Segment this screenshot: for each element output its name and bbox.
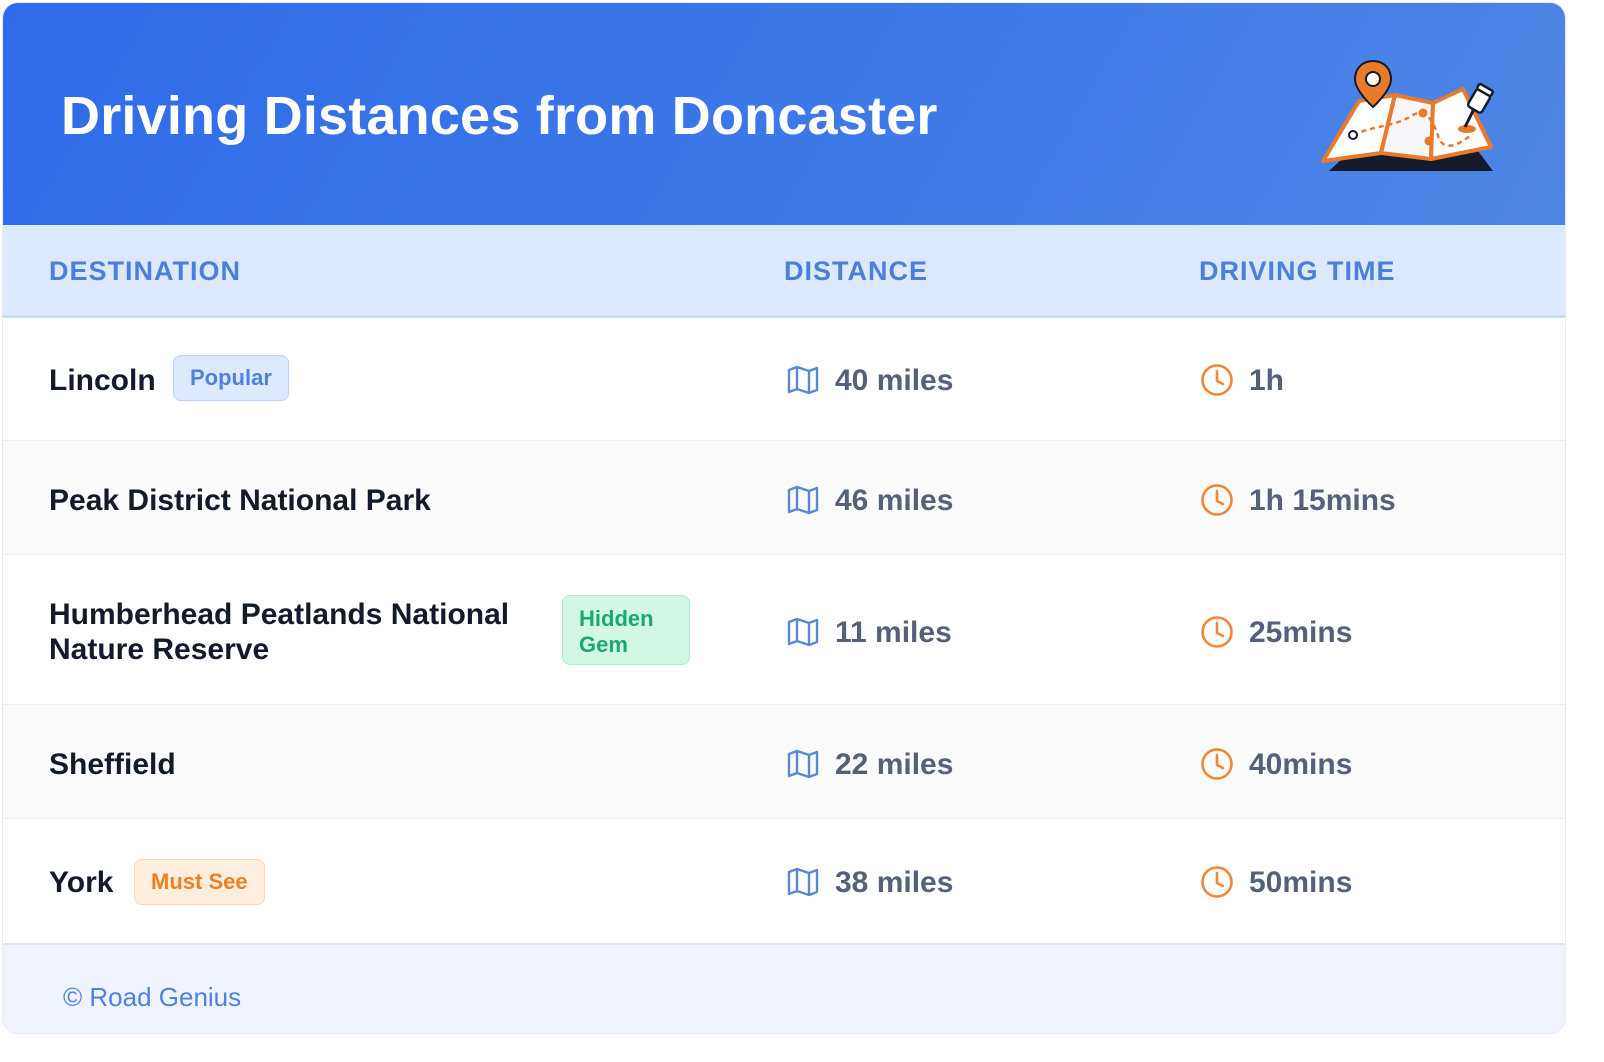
clock-icon — [1201, 616, 1233, 648]
table-row: Lincoln Popular 40 miles 1h — [3, 315, 1565, 441]
status-badge: Popular — [173, 355, 289, 401]
column-header-distance: DISTANCE — [784, 256, 929, 286]
driving-time-value: 40mins — [1249, 748, 1353, 781]
table-header: DESTINATION DISTANCE DRIVING TIME — [3, 225, 1565, 318]
driving-time-value: 25mins — [1249, 616, 1353, 649]
destination-name: Sheffield — [49, 748, 176, 781]
driving-time-value: 50mins — [1249, 866, 1353, 899]
page-title: Driving Distances from Doncaster — [61, 86, 938, 146]
card-footer: © Road Genius — [3, 943, 1565, 1033]
clock-icon — [1201, 364, 1233, 396]
map-icon — [787, 867, 819, 897]
status-badge: Hidden Gem — [562, 595, 690, 665]
map-icon — [787, 617, 819, 647]
clock-icon — [1201, 866, 1233, 898]
table-row: Peak District National Park 46 miles 1h … — [3, 441, 1565, 555]
map-with-pins-icon — [1321, 59, 1494, 171]
footer-credit-link[interactable]: © Road Genius — [63, 981, 241, 1013]
map-icon — [787, 365, 819, 395]
status-badge: Must See — [134, 859, 265, 905]
driving-time-value: 1h 15mins — [1249, 484, 1396, 517]
column-header-destination: DESTINATION — [49, 256, 241, 286]
driving-time-value: 1h — [1249, 364, 1285, 397]
destination-name: York — [49, 866, 114, 899]
table-row: Humberhead Peatlands National Nature Res… — [3, 555, 1565, 705]
card-header: Driving Distances from Doncaster — [3, 3, 1565, 225]
distance-value: 11 miles — [835, 616, 952, 649]
destination-name: Lincoln — [49, 364, 156, 397]
destination-name: Humberhead Peatlands National Nature Res… — [49, 598, 510, 666]
clock-icon — [1201, 748, 1233, 780]
destination-name: Peak District National Park — [49, 484, 431, 517]
distance-value: 40 miles — [835, 364, 954, 397]
table-row: York Must See 38 miles 50mins — [3, 819, 1565, 943]
clock-icon — [1201, 484, 1233, 516]
table-row: Sheffield 22 miles 40mins — [3, 705, 1565, 819]
map-icon — [787, 749, 819, 779]
distance-value: 22 miles — [835, 748, 954, 781]
distance-value: 46 miles — [835, 484, 954, 517]
column-header-driving-time: DRIVING TIME — [1199, 256, 1396, 286]
distance-card: Driving Distances from Doncaster DESTINA… — [2, 2, 1566, 1034]
distance-value: 38 miles — [835, 866, 954, 899]
map-icon — [787, 485, 819, 515]
